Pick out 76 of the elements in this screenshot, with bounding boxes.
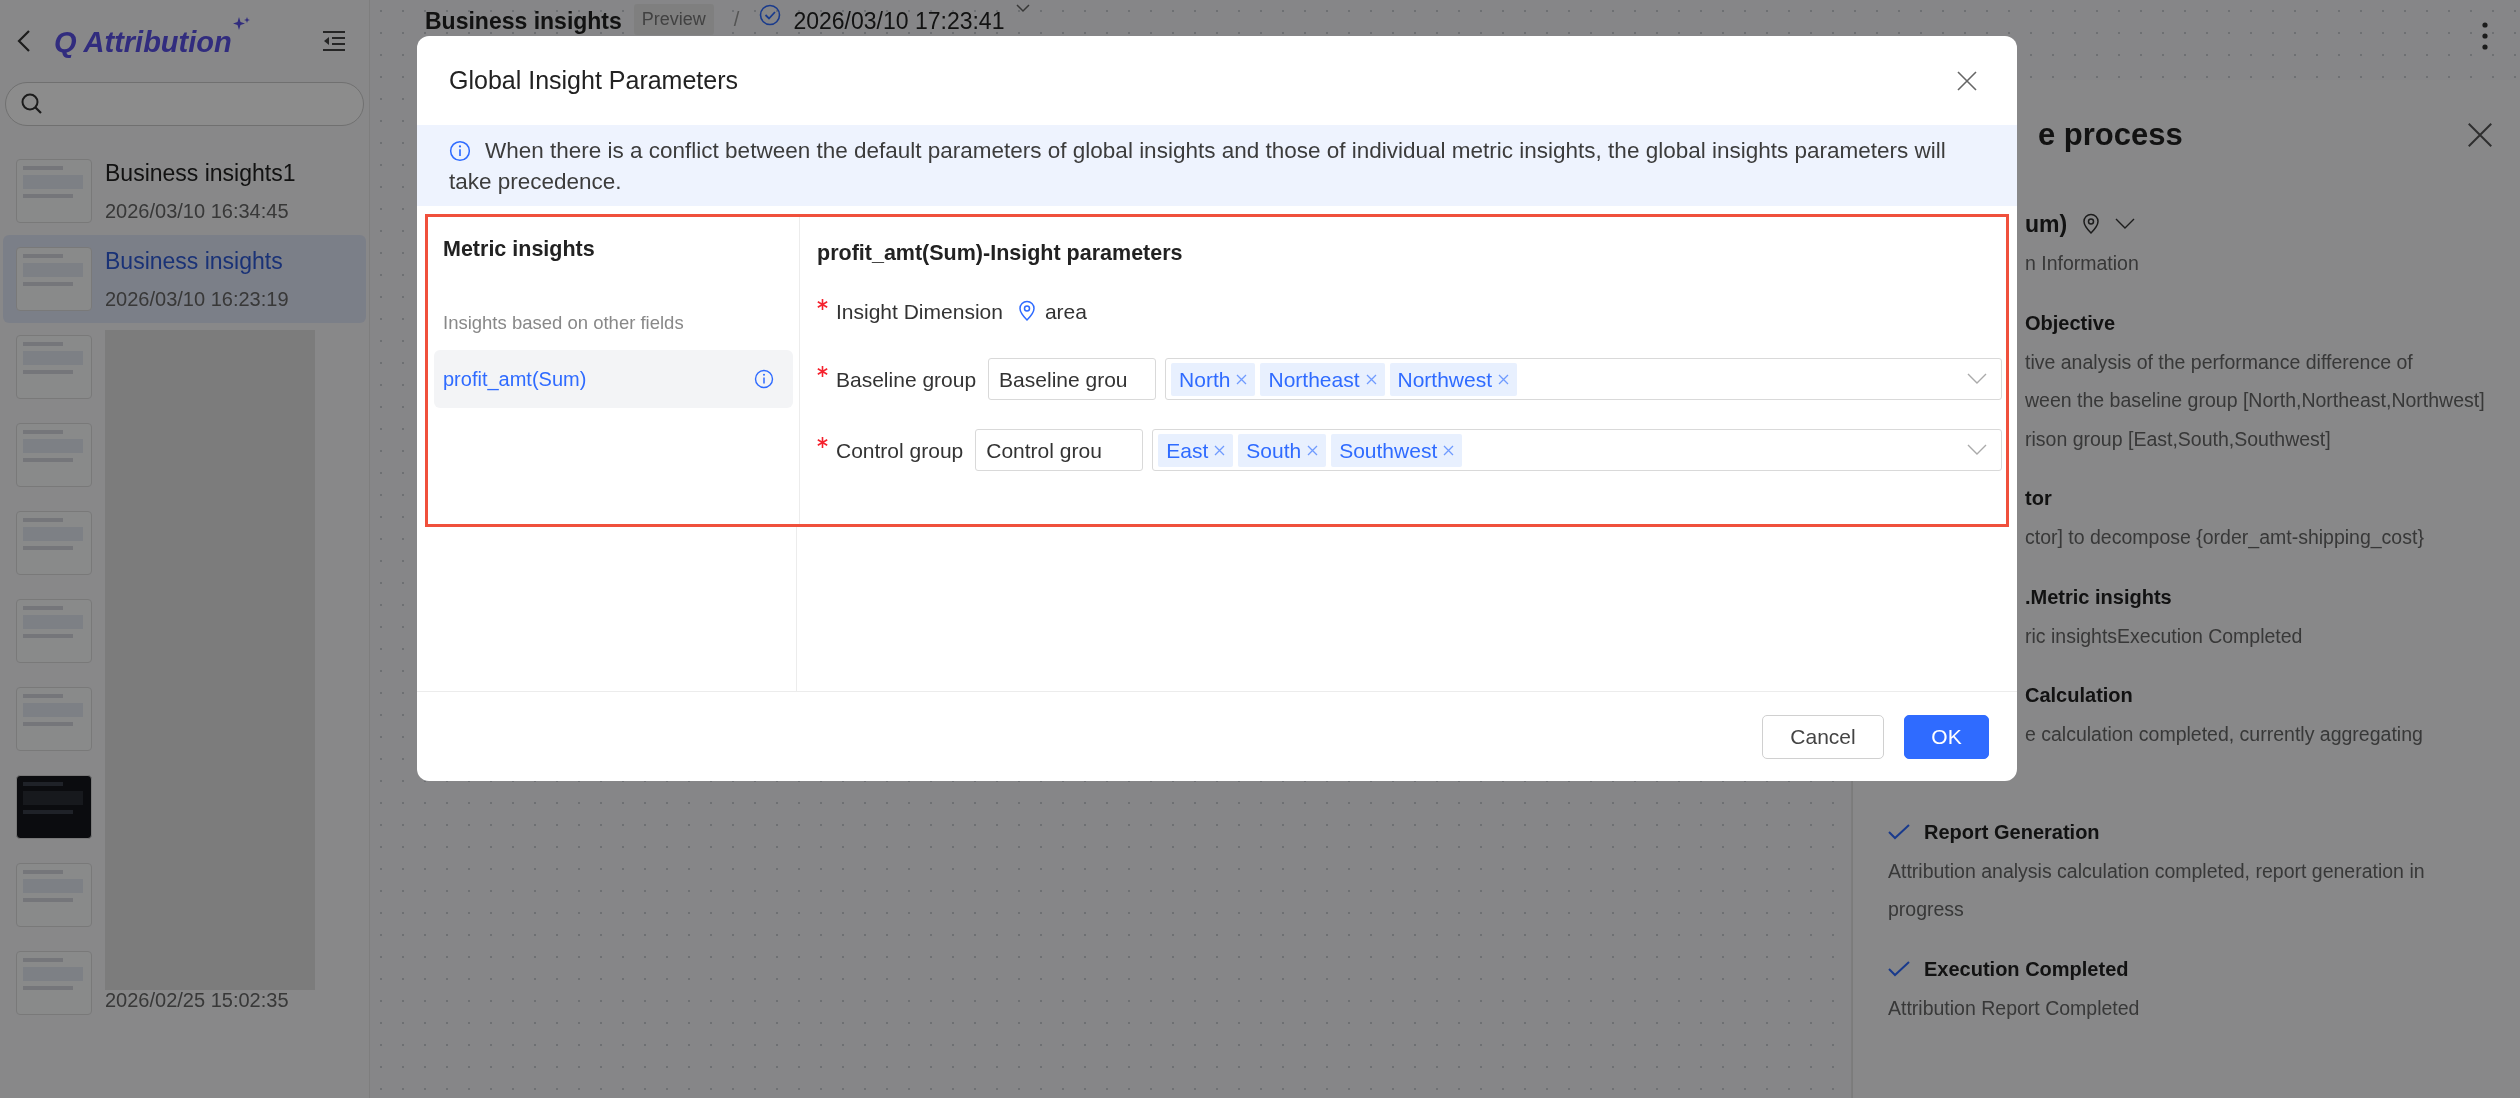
section-title: profit_amt(Sum)-Insight parameters	[817, 240, 1184, 267]
tag: Northwest	[1389, 362, 1518, 396]
group-name-field[interactable]: Baseline grou	[988, 358, 1157, 401]
ok-button[interactable]: OK	[1904, 714, 1989, 759]
remove-icon[interactable]	[1214, 444, 1226, 456]
close-icon[interactable]	[2465, 120, 2495, 150]
chevron-down-icon[interactable]	[1967, 373, 1987, 386]
panel-title: e process	[2038, 116, 2183, 154]
metric-item[interactable]: profit_amt(Sum)	[434, 350, 793, 408]
step-description: e calculation completed, currently aggregating	[2025, 722, 2424, 747]
step-title: Objective	[2025, 310, 2116, 336]
caret-icon[interactable]	[2115, 218, 2136, 230]
tag: East	[1158, 433, 1234, 467]
step-title: Execution Completed	[1924, 956, 2129, 982]
location-pin-icon	[1016, 300, 1037, 323]
item-date: 2026/03/10 16:34:45	[105, 199, 290, 225]
item-date: 2026/02/25 15:02:35	[105, 988, 289, 1013]
field-label: Baseline group	[836, 366, 977, 393]
caret-icon[interactable]	[1016, 4, 1031, 13]
step-description: ric insightsExecution Completed	[2025, 623, 2304, 649]
remove-icon[interactable]	[1307, 444, 1319, 456]
info-icon[interactable]	[754, 369, 774, 389]
dialog-title: Global Insight Parameters	[449, 64, 739, 96]
remove-icon[interactable]	[1236, 373, 1248, 385]
tag: North	[1171, 362, 1256, 396]
tag: Northeast	[1260, 362, 1385, 396]
step-description: tive analysis of the performance difference of	[2025, 349, 2414, 375]
step-title: um)	[2025, 209, 2068, 239]
cancel-button[interactable]: Cancel	[1762, 714, 1884, 759]
item-title: Business insights1	[105, 158, 296, 188]
version-dropdown[interactable]: 2026/03/10 17:23:41	[793, 4, 1005, 39]
remove-icon[interactable]	[1498, 373, 1510, 385]
field-label: Insight Dimension	[836, 298, 1003, 325]
app-logo: Q Attribution	[54, 25, 232, 61]
sparkle-icon	[232, 17, 251, 31]
tag: Southwest	[1331, 433, 1463, 467]
item-date: 2026/03/10 16:23:19	[105, 287, 289, 313]
step-title: Report Generation	[1924, 819, 2100, 845]
more-options-icon[interactable]	[2482, 22, 2488, 50]
page-title: Business insights	[425, 7, 622, 36]
back-icon[interactable]	[16, 29, 32, 53]
tag: South	[1238, 433, 1327, 467]
chevron-down-icon[interactable]	[1967, 444, 1987, 457]
field-label: Control group	[836, 437, 964, 464]
collapse-menu-icon[interactable]	[321, 30, 347, 52]
check-icon	[1888, 823, 1910, 840]
step-description: n Information	[2025, 251, 2140, 276]
info-icon	[449, 140, 471, 162]
step-description: Attribution analysis calculation completed, report generation in progress	[1888, 858, 2426, 922]
notice-banner: When there is a conflict between the default parameters of global insights and those of individual metric insights, the global insights parameters will take precedence.	[417, 125, 2017, 206]
list-item[interactable]: Business insights1 2026/03/10 16:34:45	[3, 147, 366, 235]
tag-select[interactable]: North Northeast Northwest	[1165, 358, 2002, 401]
section-subtitle: Insights based on other fields	[443, 311, 685, 336]
close-icon[interactable]	[1955, 68, 1979, 93]
step-description: rison group [East,South,Southwest]	[2025, 426, 2332, 452]
search-field[interactable]	[5, 82, 364, 126]
check-circle-icon	[759, 4, 782, 26]
group-name-field[interactable]: Control grou	[975, 429, 1144, 472]
breadcrumb-separator: /	[733, 7, 740, 32]
dimension-value: area	[1044, 298, 1087, 325]
remove-icon[interactable]	[1365, 373, 1377, 385]
step-description: ctor] to decompose {order_amt-shipping_cost}	[2025, 525, 2425, 551]
section-title: Metric insights	[443, 236, 596, 263]
step-description: ween the baseline group [North,Northeast,Northwest]	[2025, 388, 2486, 413]
step-title: .Metric insights	[2025, 584, 2172, 610]
step-title: Calculation	[2025, 683, 2133, 708]
tag-select[interactable]: East South Southwest	[1152, 429, 2002, 472]
step-title: tor	[2025, 486, 2052, 511]
list-item[interactable]: Business insights 2026/03/10 16:23:19	[3, 235, 366, 323]
step-description: Attribution Report Completed	[1888, 995, 2141, 1021]
preview-badge: Preview	[633, 4, 714, 35]
remove-icon[interactable]	[1443, 444, 1455, 456]
item-title: Business insights	[105, 246, 284, 276]
search-icon	[20, 92, 44, 116]
location-pin-icon[interactable]	[2081, 213, 2102, 235]
check-icon	[1888, 960, 1910, 977]
